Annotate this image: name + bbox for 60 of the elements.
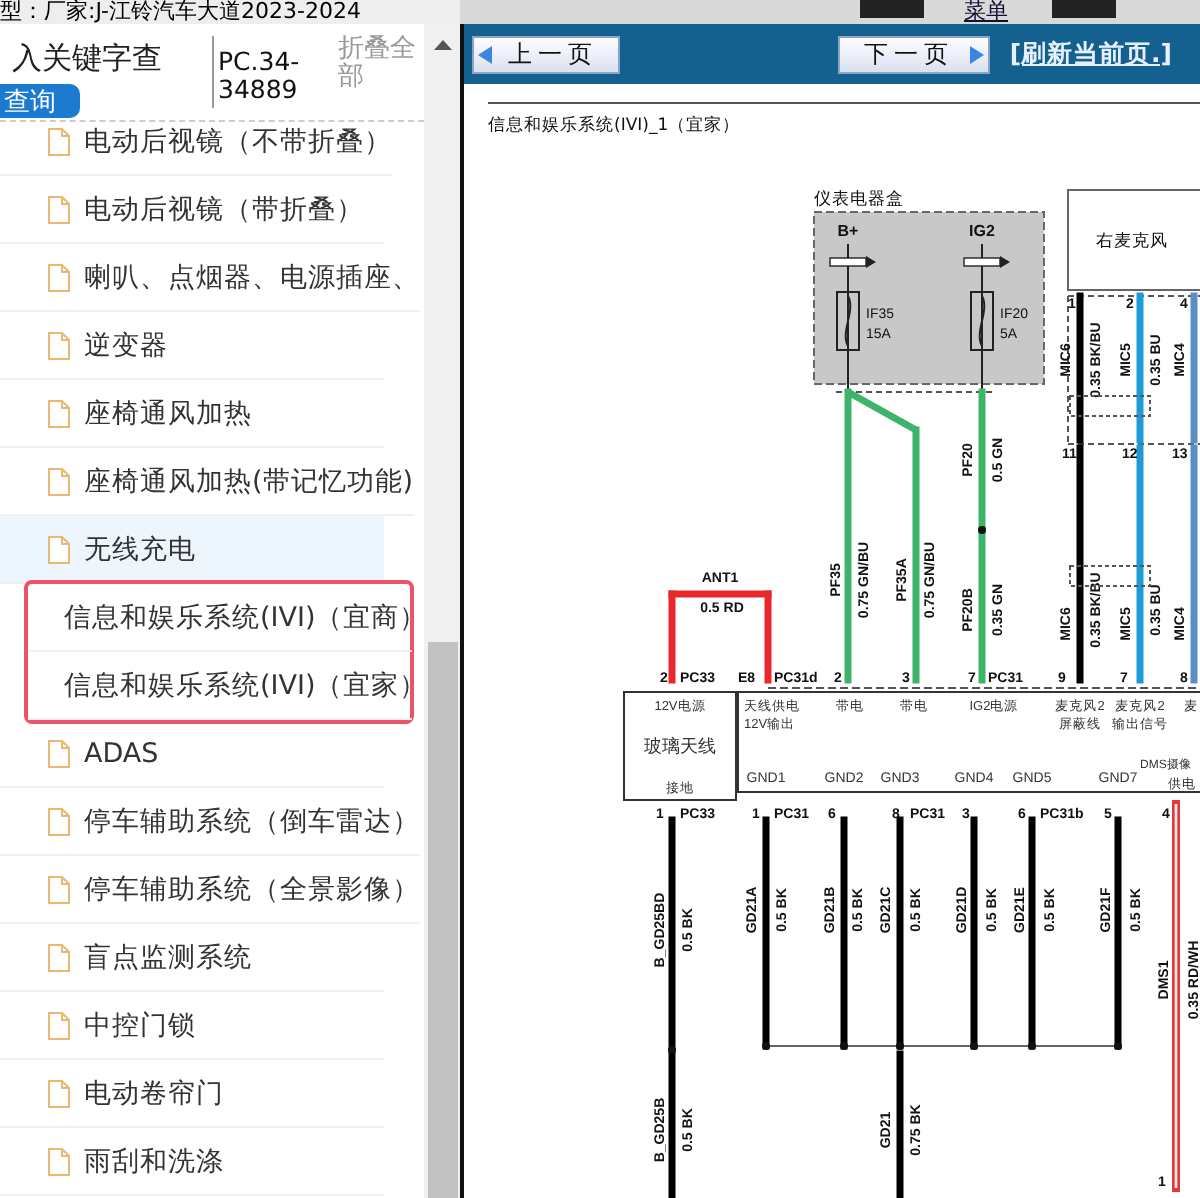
sidebar-item[interactable]: 停车辅助系统（倒车雷达） — [0, 788, 420, 856]
junction-dot — [970, 1042, 978, 1050]
junction-dot — [1114, 1042, 1122, 1050]
document-icon — [48, 739, 70, 767]
breadcrumb-text: 型：厂家:J-江铃汽车大道2023-2024 — [0, 0, 460, 24]
sidebar-item[interactable]: ADAS — [0, 720, 384, 788]
sidebar-item[interactable]: 无线充电 — [0, 516, 384, 584]
junction-dot — [896, 1042, 904, 1050]
page-code: PC.34-34889 — [212, 36, 330, 108]
microphone-label: 右麦克风 — [1096, 230, 1168, 250]
right-arrow-icon — [969, 45, 984, 63]
sidebar-item[interactable]: 信息和娱乐系统(IVI)（宜商） — [28, 584, 412, 652]
search-button[interactable]: 查询 — [0, 84, 80, 118]
sidebar-item[interactable]: 电动卷帘门 — [0, 1060, 384, 1128]
scroll-thumb[interactable] — [427, 642, 457, 1198]
document-icon — [48, 331, 70, 359]
terminal-label: IG2 — [969, 222, 995, 240]
previous-page-button[interactable]: 上一页 — [472, 35, 620, 73]
document-icon — [48, 875, 70, 903]
sidebar-item[interactable]: 雨刮和洗涤 — [0, 1128, 384, 1196]
junction-dot — [978, 526, 986, 534]
document-icon — [48, 807, 70, 835]
scrollbar[interactable] — [424, 24, 460, 1198]
document-icon — [48, 467, 70, 495]
sidebar-item[interactable]: 盲点监测系统 — [0, 924, 384, 992]
menu-link[interactable]: 菜单 — [964, 0, 1008, 24]
terminal-label: B+ — [837, 222, 859, 240]
sidebar-item[interactable]: 中控门锁 — [0, 992, 384, 1060]
document-icon — [48, 535, 70, 563]
sidebar-item[interactable]: 电动后视镜（不带折叠） — [0, 122, 392, 176]
sidebar-item[interactable]: 停车辅助系统（全景影像） — [0, 856, 420, 924]
sidebar-item[interactable]: 逆变器 — [0, 312, 384, 380]
refresh-page-link[interactable]: [刷新当前页.] — [1009, 37, 1172, 71]
next-page-button[interactable]: 下一页 — [837, 35, 990, 73]
connector-arrow-icon — [963, 256, 1010, 268]
sidebar-item[interactable]: 信息和娱乐系统(IVI)（宜家） — [28, 652, 412, 720]
toolbar-icon[interactable] — [1052, 0, 1116, 18]
fuse-box-label: 仪表电器盒 — [814, 188, 904, 208]
document-icon — [48, 195, 70, 223]
sidebar-item[interactable]: 电动后视镜（带折叠） — [0, 176, 384, 244]
document-icon — [48, 1147, 70, 1175]
sidebar-item[interactable]: 喇叭、点烟器、电源插座、 — [0, 244, 420, 312]
document-icon — [48, 263, 70, 291]
document-icon — [48, 1011, 70, 1039]
sidebar-item[interactable]: 座椅通风加热 — [0, 380, 384, 448]
left-arrow-icon — [478, 45, 492, 63]
connector-arrow-icon — [829, 256, 876, 268]
document-icon — [48, 399, 70, 427]
document-icon — [48, 943, 70, 971]
document-icon — [48, 1079, 70, 1107]
scroll-up-icon[interactable] — [433, 40, 451, 50]
junction-dot — [762, 1042, 770, 1050]
document-icon — [48, 127, 70, 155]
junction-dot — [840, 1042, 848, 1050]
diagram-title: 信息和娱乐系统(IVI)_1（宜家） — [488, 114, 743, 138]
junction-dot — [1028, 1042, 1036, 1050]
component-label: 玻璃天线 — [644, 736, 716, 756]
shield-marker — [1069, 395, 1151, 417]
toolbar-icon[interactable] — [860, 0, 924, 18]
antenna-component-box — [623, 691, 737, 801]
